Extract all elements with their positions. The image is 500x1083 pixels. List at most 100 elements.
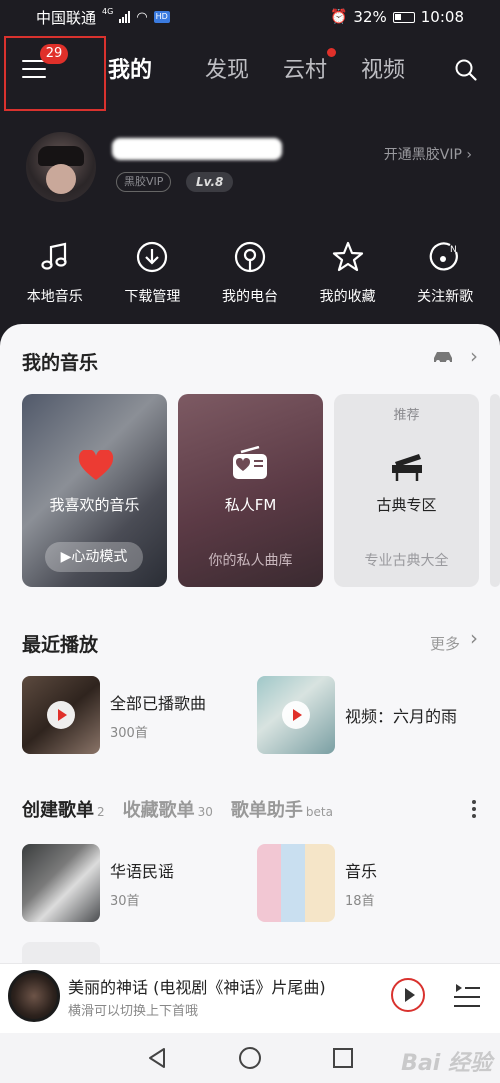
recent-list: 全部已播歌曲 300首 视频：六月的雨 — [22, 676, 492, 754]
tab-video[interactable]: 视频 — [344, 52, 422, 84]
quick-label: 本地音乐 — [26, 289, 83, 305]
tab-playlist-assistant[interactable]: 歌单助手 beta — [231, 796, 333, 822]
download-manager-button[interactable]: 下载管理 — [104, 240, 200, 306]
quick-label: 关注新歌 — [417, 289, 474, 305]
playlist-name: 华语民谣 — [110, 861, 175, 881]
notification-dot — [327, 48, 336, 57]
main-sheet: 我的音乐 › 我喜欢的音乐 ▶心动模式 私人FM 你的私人曲库 推荐 古典专区 … — [0, 324, 500, 964]
item-count: 300首 — [110, 725, 148, 741]
chevron-right-icon[interactable]: › — [470, 626, 478, 650]
piano-icon — [392, 454, 422, 481]
home-icon[interactable] — [237, 1045, 263, 1071]
local-music-button[interactable]: 本地音乐 — [7, 240, 103, 306]
quick-label: 我的电台 — [221, 289, 278, 305]
tab-label: 创建歌单 — [22, 800, 94, 821]
private-fm-card[interactable]: 私人FM 你的私人曲库 — [178, 394, 323, 587]
podcast-icon — [234, 241, 266, 273]
back-icon[interactable] — [144, 1045, 170, 1071]
play-button[interactable] — [391, 978, 425, 1012]
recents-icon[interactable] — [330, 1045, 356, 1071]
tab-created-playlists[interactable]: 创建歌单 2 — [22, 796, 105, 822]
top-tabs: 我的 发现 云村 视频 — [108, 48, 422, 84]
tab-village-label: 云村 — [282, 58, 327, 83]
video-thumbnail — [257, 676, 335, 754]
status-bar: 中国联通 4G ◠ HD ⏰ 32% 10:08 — [0, 0, 500, 34]
playlist-cover — [22, 844, 100, 922]
tab-discover[interactable]: 发现 — [188, 52, 266, 84]
car-icon[interactable] — [432, 350, 454, 364]
playlist-tabs: 创建歌单 2 收藏歌单 30 歌单助手 beta — [22, 796, 351, 822]
follow-new-songs-button[interactable]: N 关注新歌 — [397, 240, 493, 306]
level-badge[interactable]: Lv.8 — [186, 172, 234, 192]
radio-icon — [233, 446, 267, 479]
list-item-peek[interactable] — [22, 942, 100, 964]
svg-text:N: N — [450, 245, 457, 255]
quick-label: 我的收藏 — [319, 289, 376, 305]
playlist-name: 音乐 — [345, 861, 378, 881]
wifi-icon: ◠ — [136, 9, 148, 25]
chevron-right-icon[interactable]: › — [470, 344, 478, 368]
more-link[interactable]: 更多 — [430, 633, 460, 654]
now-playing-art[interactable] — [8, 970, 60, 1022]
quick-label: 下载管理 — [124, 289, 181, 305]
playlist-cover — [257, 844, 335, 922]
tab-label: 歌单助手 — [230, 800, 303, 821]
playlist-icon[interactable] — [452, 982, 482, 1010]
alarm-icon: ⏰ — [329, 9, 348, 25]
heart-icon — [78, 450, 114, 480]
music-note-icon — [41, 242, 67, 270]
new-song-icon: N — [429, 242, 458, 271]
card-subtitle: 你的私人曲库 — [208, 553, 293, 569]
my-collection-button[interactable]: 我的收藏 — [300, 240, 396, 306]
menu-icon[interactable] — [22, 60, 46, 80]
my-radio-button[interactable]: 我的电台 — [202, 240, 298, 306]
list-item[interactable]: 视频：六月的雨 — [257, 676, 492, 754]
card-title: 私人FM — [224, 496, 277, 514]
open-vip-link[interactable]: 开通黑胶VIP › — [384, 144, 472, 164]
watermark: Bai 经验 — [401, 1051, 492, 1076]
list-item[interactable]: 音乐 18首 — [257, 844, 492, 922]
card-title: 古典专区 — [376, 496, 437, 514]
card-title: 我喜欢的音乐 — [49, 496, 140, 514]
list-item[interactable]: 华语民谣 30首 — [22, 844, 257, 922]
tab-count: 30 — [197, 805, 213, 819]
tab-collected-playlists[interactable]: 收藏歌单 30 — [123, 796, 213, 822]
search-icon[interactable] — [454, 58, 478, 82]
play-icon[interactable] — [282, 701, 310, 729]
next-card-peek[interactable] — [490, 394, 500, 587]
album-thumbnail — [22, 676, 100, 754]
item-name: 视频：六月的雨 — [345, 707, 458, 726]
playlist-count: 18首 — [345, 893, 375, 909]
beta-label: beta — [305, 805, 333, 819]
tab-mine[interactable]: 我的 — [108, 52, 164, 84]
recommend-tag: 推荐 — [393, 408, 420, 423]
avatar[interactable] — [26, 132, 96, 202]
hd-badge-icon: HD — [153, 11, 170, 23]
battery-percent: 32% — [353, 8, 387, 26]
vip-badge: 黑胶VIP — [116, 172, 172, 192]
playlist-count: 30首 — [110, 893, 140, 909]
download-icon — [137, 241, 168, 273]
list-item[interactable]: 全部已播歌曲 300首 — [22, 676, 257, 754]
more-options-icon[interactable] — [472, 800, 476, 821]
clock: 10:08 — [420, 8, 464, 26]
card-subtitle: 专业古典大全 — [364, 553, 449, 569]
liked-music-card[interactable]: 我喜欢的音乐 ▶心动模式 — [22, 394, 167, 587]
signal-icon — [119, 11, 131, 23]
play-icon[interactable] — [47, 701, 75, 729]
heart-mode-button[interactable]: ▶心动模式 — [45, 542, 143, 572]
network-label: 4G — [102, 6, 114, 16]
mini-player[interactable]: 美丽的神话 (电视剧《神话》片尾曲) 横滑可以切换上下首哦 — [0, 963, 500, 1033]
battery-icon — [392, 11, 415, 23]
now-playing-title: 美丽的神话 (电视剧《神话》片尾曲) — [68, 978, 326, 997]
item-name: 全部已播歌曲 — [110, 693, 207, 713]
recent-title: 最近播放 — [22, 634, 99, 656]
playlist-list: 华语民谣 30首 音乐 18首 — [22, 844, 492, 922]
menu-badge: 29 — [40, 44, 68, 64]
tab-village[interactable]: 云村 — [266, 48, 344, 84]
carrier-label: 中国联通 — [36, 8, 97, 27]
my-music-title: 我的音乐 — [22, 352, 99, 374]
now-playing-subtitle: 横滑可以切换上下首哦 — [68, 1004, 199, 1019]
classical-zone-card[interactable]: 推荐 古典专区 专业古典大全 — [334, 394, 479, 587]
username-redacted — [112, 138, 282, 160]
